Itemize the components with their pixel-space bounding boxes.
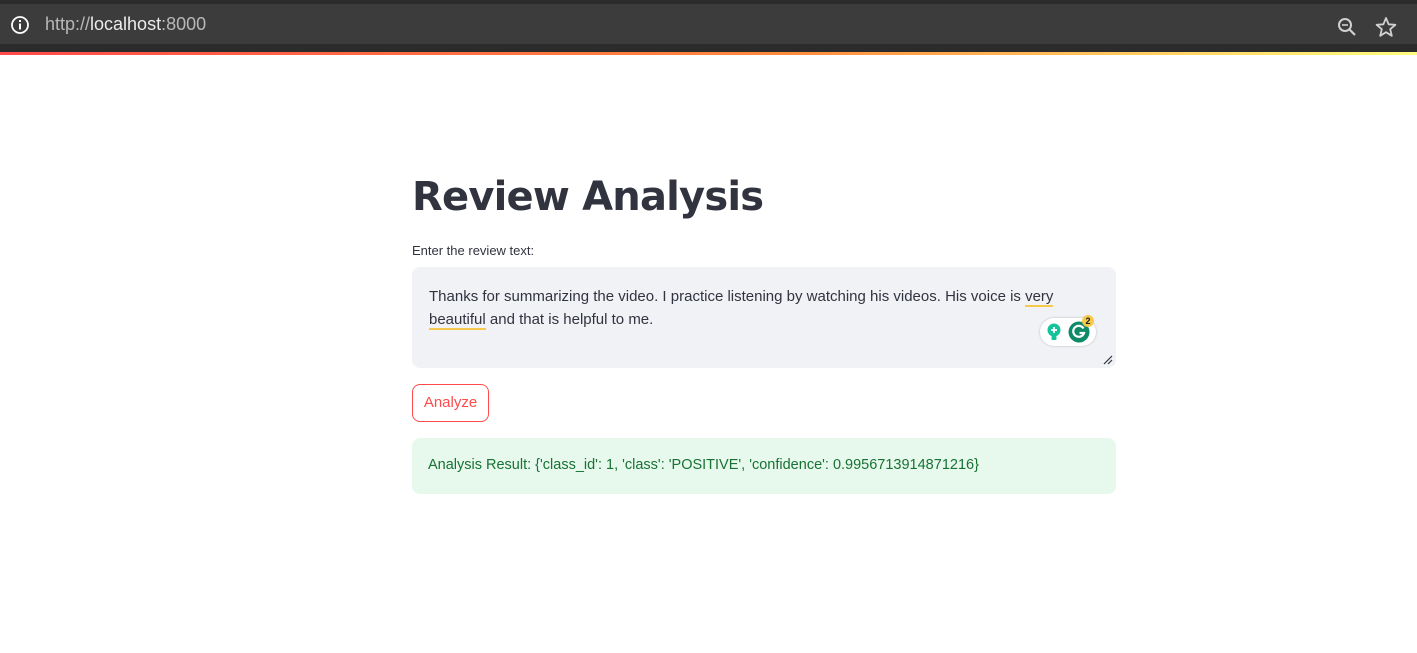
zoom-icon[interactable] <box>1336 16 1358 38</box>
info-icon[interactable] <box>10 15 30 35</box>
header-decoration-line <box>0 52 1417 55</box>
grammarly-widget[interactable]: 2 <box>1040 315 1096 346</box>
address-bar[interactable]: http://localhost:8000 <box>0 4 1417 44</box>
analyze-button[interactable]: Analyze <box>412 384 489 422</box>
browser-toolbar: http://localhost:8000 <box>0 0 1417 52</box>
review-text-part2: and that is helpful to me. <box>485 311 654 328</box>
url-port: :8000 <box>161 14 207 34</box>
analysis-result-text: Analysis Result: {'class_id': 1, 'class'… <box>428 457 979 473</box>
analysis-result-alert: Analysis Result: {'class_id': 1, 'class'… <box>412 438 1116 494</box>
grammarly-lightbulb-icon[interactable] <box>1044 322 1064 342</box>
review-textarea[interactable]: Thanks for summarizing the video. I prac… <box>412 267 1116 368</box>
bookmark-star-icon[interactable] <box>1375 16 1397 38</box>
review-input-label: Enter the review text: <box>412 243 535 258</box>
grammarly-suggestion-count: 2 <box>1082 315 1094 327</box>
resize-grip-icon[interactable] <box>1103 355 1113 365</box>
url-text[interactable]: http://localhost:8000 <box>45 14 206 35</box>
url-host: localhost <box>90 14 162 34</box>
url-scheme: http:// <box>45 14 91 34</box>
review-text-part1: Thanks for summarizing the video. I prac… <box>429 288 1026 305</box>
page-title: Review Analysis <box>412 174 764 220</box>
